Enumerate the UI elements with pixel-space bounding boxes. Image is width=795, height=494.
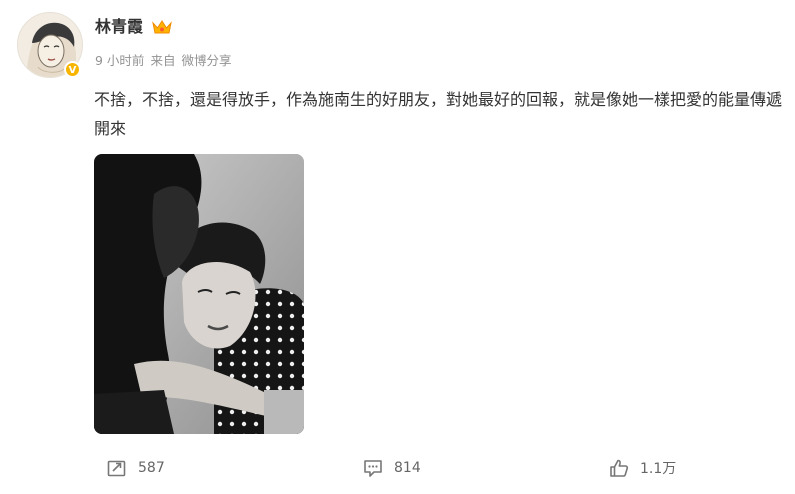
comment-count: 814 xyxy=(394,460,421,476)
verified-badge-icon: V xyxy=(64,61,81,78)
post-time[interactable]: 9 小时前 xyxy=(95,53,144,68)
post-source[interactable]: 微博分享 xyxy=(181,53,231,68)
comment-button[interactable]: 814 xyxy=(362,455,421,481)
repost-button[interactable]: 587 xyxy=(106,455,165,481)
post-photo[interactable] xyxy=(94,154,304,434)
comment-icon xyxy=(364,460,382,477)
author-name[interactable]: 林青霞 xyxy=(95,16,143,38)
crown-icon xyxy=(152,20,172,34)
like-count: 1.1万 xyxy=(640,461,677,477)
like-icon xyxy=(610,459,629,477)
post-text: 不捨，不捨，還是得放手，作為施南生的好朋友，對她最好的回報，就是像她一樣把愛的能… xyxy=(94,90,783,138)
svg-text:V: V xyxy=(69,65,77,76)
post-source-prefix: 来自 xyxy=(150,53,176,68)
repost-icon xyxy=(107,460,126,477)
post-meta: 9 小时前 来自 微博分享 xyxy=(95,52,237,70)
like-button[interactable]: 1.1万 xyxy=(608,455,676,481)
repost-count: 587 xyxy=(138,460,165,476)
